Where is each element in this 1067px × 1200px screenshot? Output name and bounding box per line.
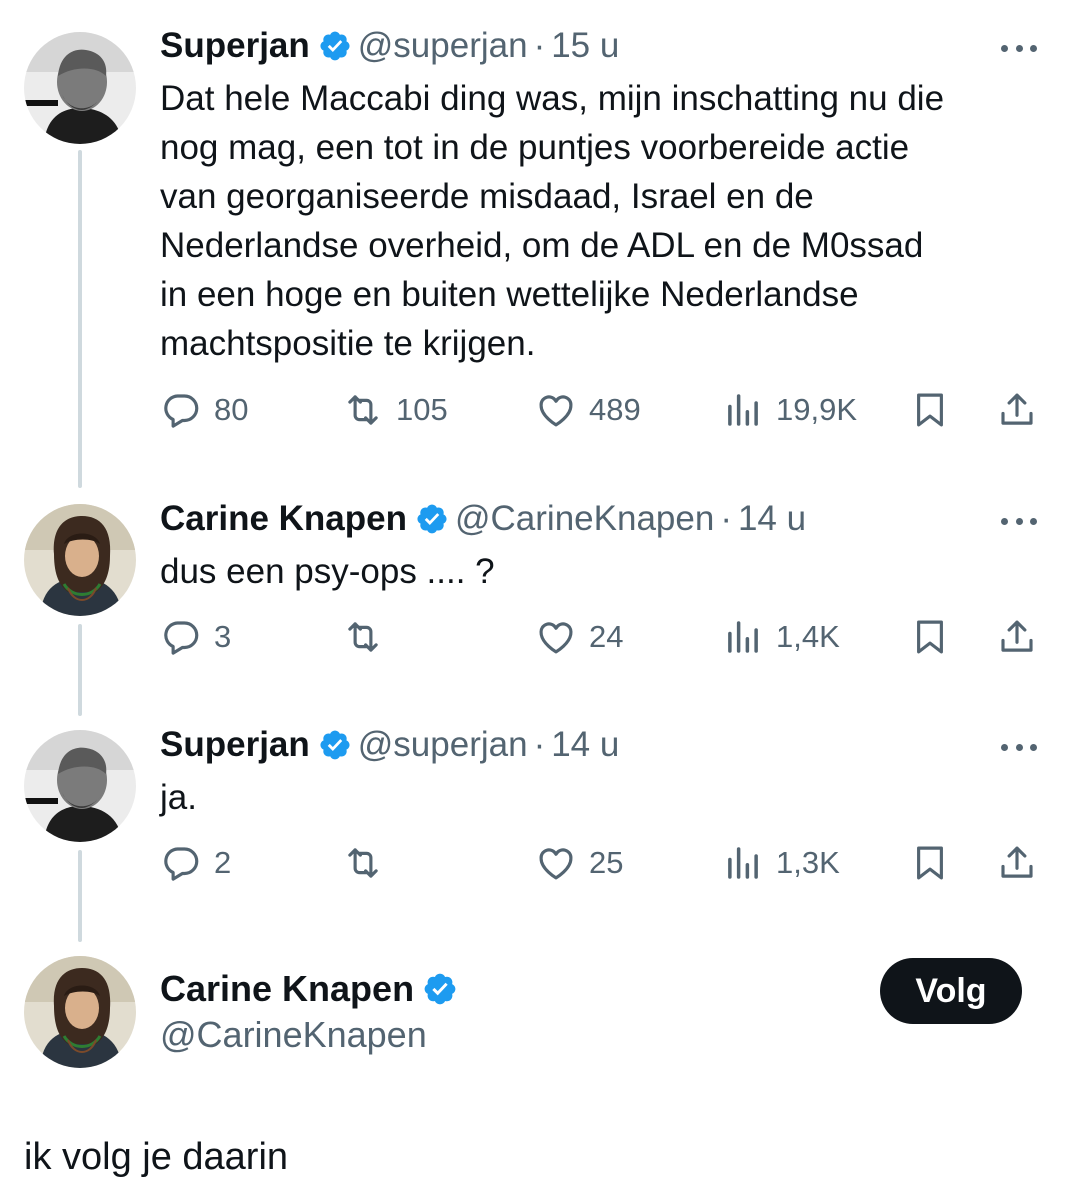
verified-badge-icon	[422, 971, 458, 1007]
like-count: 25	[589, 845, 624, 880]
tweet-text: dus een psy-ops .... ?	[160, 547, 1040, 596]
tweet-header: Carine Knapen @CarineKnapen · 14 u	[160, 497, 806, 541]
avatar-image	[24, 504, 136, 616]
retweet-button[interactable]: 105	[342, 388, 448, 432]
thread-line	[78, 624, 82, 716]
views-count: 19,9K	[776, 392, 858, 427]
bookmark-icon[interactable]	[909, 616, 951, 658]
views-icon	[722, 842, 764, 884]
reply-count: 2	[214, 845, 232, 880]
reply-button[interactable]: 3	[160, 615, 231, 659]
views-icon	[722, 616, 764, 658]
author-handle[interactable]: @superjan	[358, 26, 528, 66]
reply-count: 3	[214, 619, 232, 654]
thread-line	[78, 150, 82, 488]
tweet-text-line: in een hoge en buiten wettelijke Nederla…	[160, 275, 859, 314]
retweet-button[interactable]	[342, 615, 384, 659]
focused-tweet-text: ik volg je daarin	[24, 1136, 289, 1178]
share-icon[interactable]	[996, 842, 1038, 884]
verified-badge-icon	[318, 728, 352, 762]
avatar-carine[interactable]	[24, 504, 136, 616]
author-handle[interactable]: @superjan	[358, 725, 528, 765]
share-icon[interactable]	[996, 616, 1038, 658]
like-icon	[535, 389, 577, 431]
retweet-icon	[342, 616, 384, 658]
thread-line	[78, 850, 82, 942]
tweet-text: ja.	[160, 773, 1040, 822]
tweet-text-line: Dat hele Maccabi ding was, mijn inschatt…	[160, 79, 945, 118]
retweet-icon	[342, 389, 384, 431]
tweet-time[interactable]: 15 u	[551, 26, 619, 66]
like-count: 24	[589, 619, 624, 654]
tweet-text-line: ja.	[160, 778, 197, 817]
reply-icon	[160, 389, 202, 431]
retweet-icon	[342, 842, 384, 884]
follow-button[interactable]: Volg	[880, 958, 1022, 1024]
views-count: 1,4K	[776, 619, 840, 654]
bookmark-icon[interactable]	[909, 842, 951, 884]
reply-icon	[160, 616, 202, 658]
views-count: 1,3K	[776, 845, 840, 880]
focused-author-handle[interactable]: @CarineKnapen	[160, 1012, 427, 1058]
reply-icon	[160, 842, 202, 884]
share-icon[interactable]	[996, 389, 1038, 431]
author-name[interactable]: Superjan	[160, 26, 310, 66]
more-icon[interactable]	[1001, 516, 1037, 526]
like-icon	[535, 616, 577, 658]
verified-badge-icon	[415, 502, 449, 536]
views-icon	[722, 389, 764, 431]
reply-button[interactable]: 80	[160, 388, 248, 432]
separator: ·	[533, 725, 546, 764]
tweet-text: Dat hele Maccabi ding was, mijn inschatt…	[160, 74, 1040, 368]
reply-count: 80	[214, 392, 249, 427]
avatar-carine[interactable]	[24, 956, 136, 1068]
like-button[interactable]: 25	[535, 841, 623, 885]
tweet-time[interactable]: 14 u	[551, 725, 619, 765]
more-icon[interactable]	[1001, 43, 1037, 53]
author-name[interactable]: Superjan	[160, 725, 310, 765]
tweet-text-line: machtspositie te krijgen.	[160, 324, 536, 363]
verified-badge-icon	[318, 29, 352, 63]
retweet-button[interactable]	[342, 841, 384, 885]
separator: ·	[533, 26, 546, 65]
like-button[interactable]: 24	[535, 615, 623, 659]
author-name[interactable]: Carine Knapen	[160, 499, 407, 539]
author-handle[interactable]: @CarineKnapen	[455, 499, 714, 539]
tweet-header: Superjan @superjan · 15 u	[160, 24, 619, 68]
like-icon	[535, 842, 577, 884]
tweet-text-line: dus een psy-ops .... ?	[160, 552, 495, 591]
like-button[interactable]: 489	[535, 388, 641, 432]
more-icon[interactable]	[1001, 742, 1037, 752]
focused-author-name[interactable]: Carine Knapen	[160, 966, 464, 1012]
avatar-image	[24, 32, 136, 144]
tweet-text-line: nog mag, een tot in de puntjes voorberei…	[160, 128, 910, 167]
bookmark-icon[interactable]	[909, 389, 951, 431]
avatar-image	[24, 730, 136, 842]
like-count: 489	[589, 392, 641, 427]
avatar-image	[24, 956, 136, 1068]
views-button[interactable]: 1,4K	[722, 615, 840, 659]
tweet-text-line: Nederlandse overheid, om de ADL en de M0…	[160, 226, 924, 265]
retweet-count: 105	[396, 392, 448, 427]
views-button[interactable]: 19,9K	[722, 388, 857, 432]
separator: ·	[720, 499, 732, 538]
avatar-superjan[interactable]	[24, 32, 136, 144]
author-name[interactable]: Carine Knapen	[160, 968, 414, 1010]
tweet-header: Superjan @superjan · 14 u	[160, 723, 619, 767]
views-button[interactable]: 1,3K	[722, 841, 840, 885]
avatar-superjan[interactable]	[24, 730, 136, 842]
reply-button[interactable]: 2	[160, 841, 231, 885]
tweet-time[interactable]: 14 u	[738, 499, 806, 539]
tweet-text-line: van georganiseerde misdaad, Israel en de	[160, 177, 814, 216]
